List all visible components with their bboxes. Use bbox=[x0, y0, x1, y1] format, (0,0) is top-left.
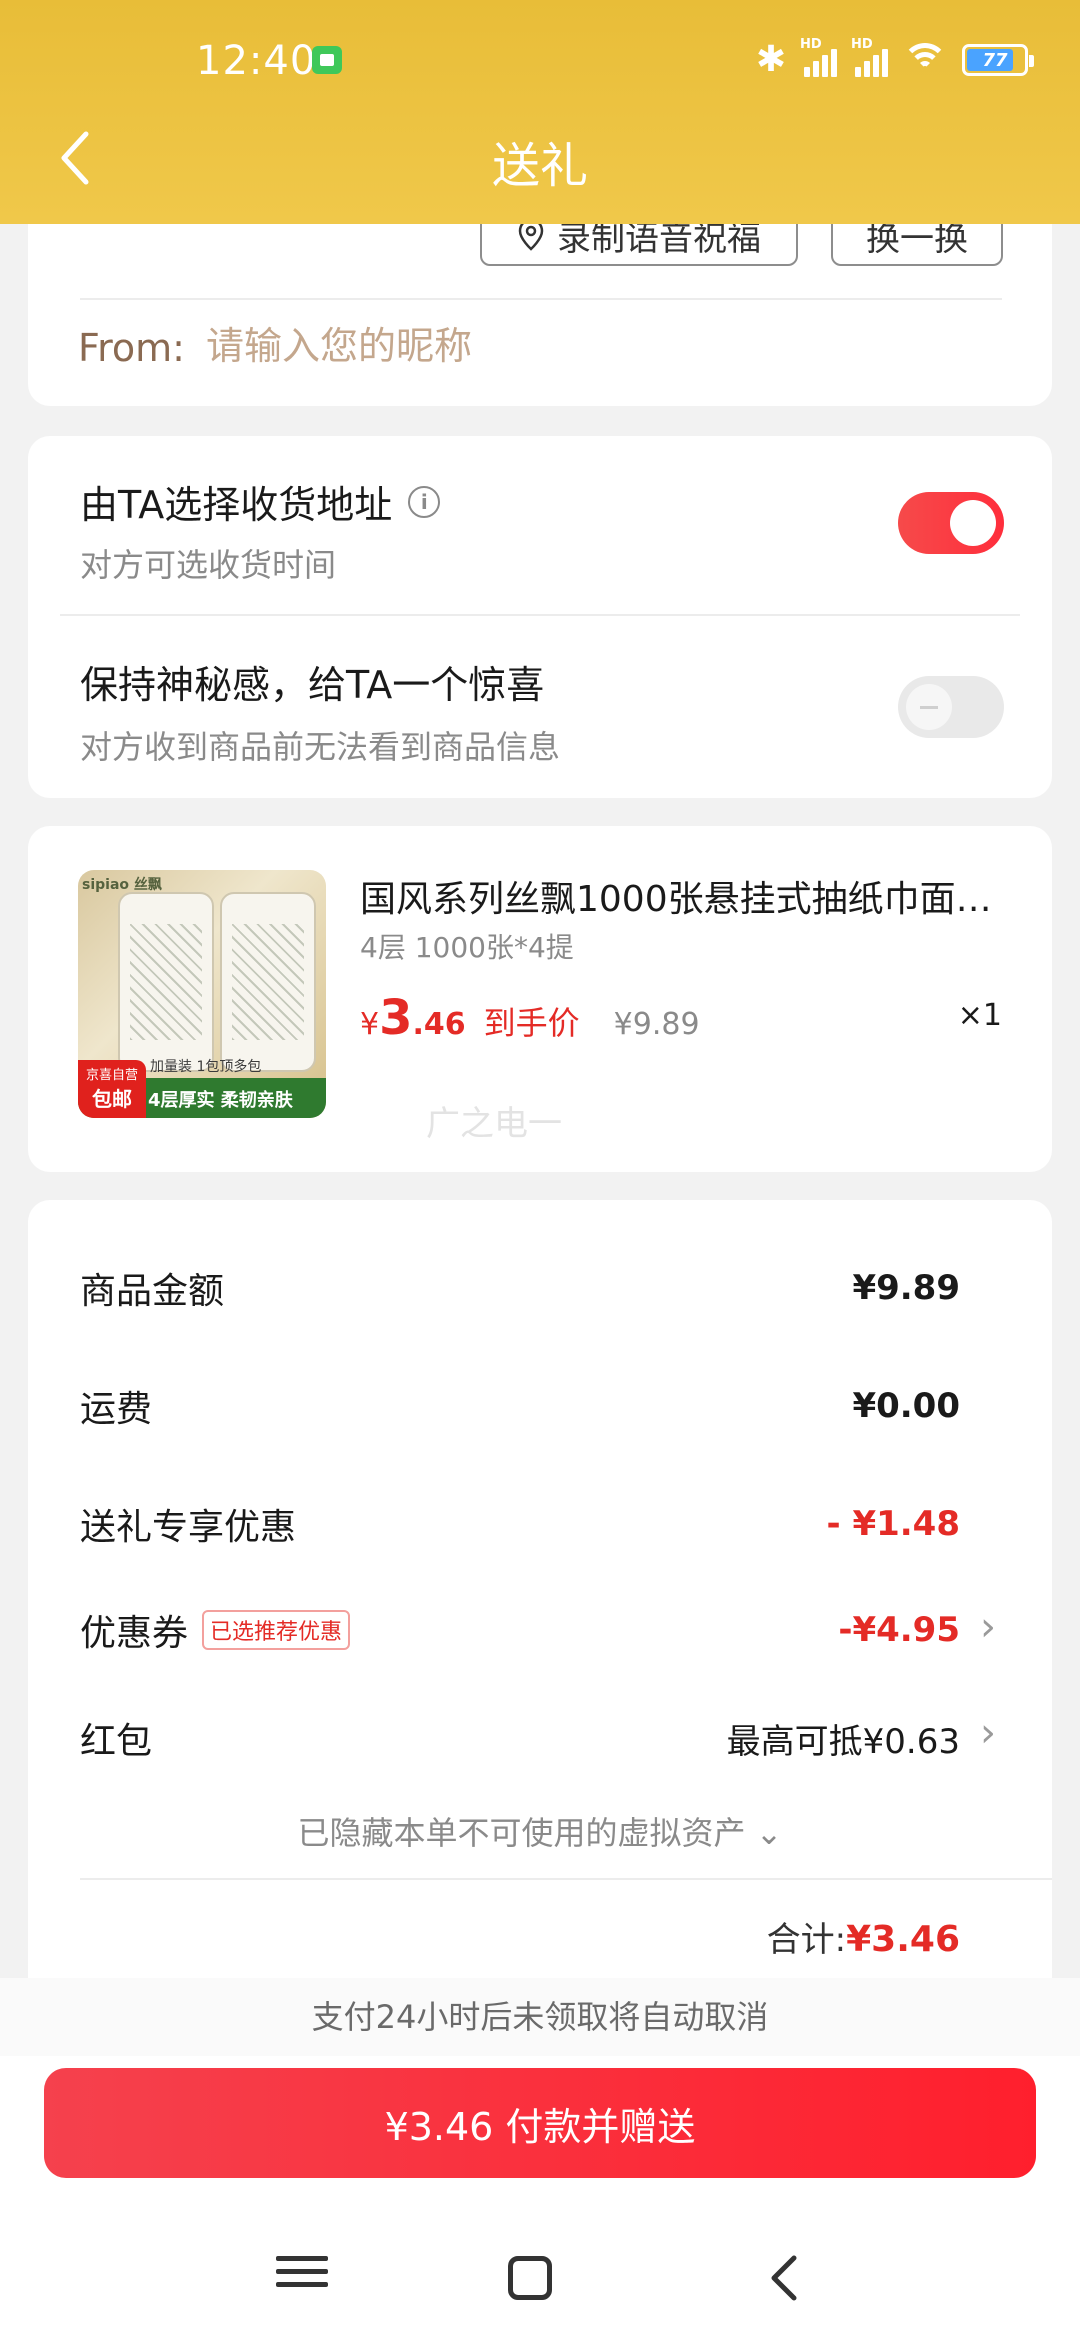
coupon-badge: 已选推荐优惠 bbox=[202, 1610, 351, 1650]
shipping-value: ¥0.00 bbox=[852, 1386, 960, 1426]
original-price: ¥9.89 bbox=[613, 1007, 700, 1042]
coupon-chevron-right-icon[interactable]: › bbox=[980, 1604, 996, 1650]
goods-amount-label: 商品金额 bbox=[80, 1271, 225, 1312]
hd-label: HD bbox=[800, 37, 822, 52]
divider bbox=[60, 614, 1020, 616]
recent-apps-icon[interactable] bbox=[272, 2248, 332, 2308]
nav-back-icon[interactable] bbox=[756, 2248, 816, 2308]
order-summary-card: 商品金额 ¥9.89 运费 ¥0.00 送礼专享优惠 - ¥1.48 优惠券 已… bbox=[28, 1200, 1052, 2020]
redpacket-row[interactable]: 红包 最高可抵¥0.63 bbox=[80, 1712, 960, 1764]
auto-cancel-notice: 支付24小时后未领取将自动取消 bbox=[0, 1978, 1080, 2056]
coupon-label: 优惠券 bbox=[80, 1613, 189, 1654]
total-label: 合计: bbox=[766, 1920, 847, 1960]
product-quantity: ×1 bbox=[957, 998, 1002, 1033]
bluetooth-icon: ✱ bbox=[755, 39, 786, 80]
self-operated-tag: 京喜自营 包邮 bbox=[78, 1060, 146, 1118]
product-promo-text: 加量装 1包顶多包 bbox=[150, 1059, 262, 1075]
price-currency: ¥ bbox=[360, 1007, 380, 1042]
home-icon[interactable] bbox=[508, 2256, 552, 2300]
status-icons: ✱ HD HD 77 bbox=[755, 37, 1034, 80]
pay-and-gift-button[interactable]: ¥3.46 付款并赠送 bbox=[44, 2068, 1036, 2178]
app-notification-icon bbox=[312, 46, 342, 74]
product-card[interactable]: sipiao 丝飘 加量装 1包顶多包 4层厚实 柔韧亲肤 京喜自营 包邮 国风… bbox=[28, 826, 1052, 1172]
battery-icon: 77 bbox=[962, 44, 1034, 76]
product-spec: 4层 1000张*4提 bbox=[360, 931, 574, 964]
status-time: 12:40 bbox=[196, 38, 317, 84]
watermark-text: 广之电一 bbox=[426, 1104, 562, 1144]
recipient-address-title: 由TA选择收货地址 i bbox=[80, 474, 441, 529]
signal-icon-1: HD bbox=[800, 37, 837, 77]
mystery-title: 保持神秘感，给TA一个惊喜 bbox=[80, 663, 545, 707]
toggle-knob bbox=[950, 500, 996, 546]
options-card: 由TA选择收货地址 i 对方可选收货时间 保持神秘感，给TA一个惊喜 对方收到商… bbox=[28, 436, 1052, 798]
redpacket-value: 最高可抵¥0.63 bbox=[726, 1721, 960, 1762]
product-brand-mark: sipiao 丝飘 bbox=[82, 877, 162, 893]
mystery-subtitle: 对方收到商品前无法看到商品信息 bbox=[80, 728, 561, 766]
divider bbox=[80, 298, 1002, 300]
product-name[interactable]: 国风系列丝飘1000张悬挂式抽纸巾面… bbox=[360, 870, 1020, 922]
nickname-input[interactable] bbox=[206, 324, 806, 368]
from-label: From: bbox=[78, 326, 185, 370]
shipping-label: 运费 bbox=[80, 1389, 153, 1430]
hidden-assets-toggle[interactable]: 已隐藏本单不可使用的虚拟资产 ⌄ bbox=[28, 1808, 1052, 1854]
price-label: 到手价 bbox=[483, 1004, 580, 1042]
coupon-row[interactable]: 优惠券 已选推荐优惠 -¥4.95 bbox=[80, 1604, 960, 1656]
product-image[interactable]: sipiao 丝飘 加量装 1包顶多包 4层厚实 柔韧亲肤 京喜自营 包邮 bbox=[78, 870, 326, 1118]
recipient-address-label: 由TA选择收货地址 bbox=[80, 483, 393, 527]
tissue-pack bbox=[118, 892, 214, 1072]
order-total: 合计: ¥3.46 bbox=[767, 1912, 960, 1961]
coupon-value: -¥4.95 bbox=[838, 1610, 960, 1650]
bottom-bar: 支付24小时后未领取将自动取消 ¥3.46 付款并赠送 bbox=[0, 1978, 1080, 2340]
mystery-toggle[interactable] bbox=[898, 676, 1004, 738]
coupon-label-group: 优惠券 已选推荐优惠 bbox=[80, 1604, 351, 1656]
status-bar: 12:40 ✱ HD HD 77 bbox=[0, 0, 1080, 120]
info-icon[interactable]: i bbox=[408, 485, 441, 518]
tag-top-text: 京喜自营 bbox=[85, 1068, 138, 1083]
price-integer: 3 bbox=[379, 990, 413, 1046]
shipping-row: 运费 ¥0.00 bbox=[80, 1380, 960, 1432]
gift-discount-value: - ¥1.48 bbox=[826, 1504, 961, 1544]
gift-discount-row: 送礼专享优惠 - ¥1.48 bbox=[80, 1498, 960, 1550]
wifi-icon bbox=[902, 43, 948, 77]
recipient-address-toggle[interactable] bbox=[898, 492, 1004, 554]
hd-label: HD bbox=[851, 37, 873, 52]
toggle-knob bbox=[906, 684, 952, 730]
goods-amount-value: ¥9.89 bbox=[852, 1268, 960, 1308]
divider bbox=[80, 1878, 1052, 1880]
battery-level: 77 bbox=[982, 49, 1008, 71]
tissue-pack bbox=[220, 892, 316, 1072]
page-title: 送礼 bbox=[491, 138, 588, 194]
signal-icon-2: HD bbox=[851, 37, 888, 77]
goods-amount-row: 商品金额 ¥9.89 bbox=[80, 1262, 960, 1314]
tag-bottom-text: 包邮 bbox=[92, 1087, 132, 1111]
product-strip-text: 4层厚实 柔韧亲肤 bbox=[148, 1090, 293, 1111]
total-value: ¥3.46 bbox=[846, 1919, 960, 1960]
redpacket-chevron-right-icon[interactable]: › bbox=[980, 1710, 996, 1756]
product-price: ¥ 3 .46 到手价 ¥9.89 bbox=[360, 990, 700, 1046]
gift-discount-label: 送礼专享优惠 bbox=[80, 1507, 297, 1548]
redpacket-label: 红包 bbox=[80, 1721, 153, 1762]
recipient-address-subtitle: 对方可选收货时间 bbox=[80, 546, 337, 584]
system-nav-bar bbox=[0, 2238, 1080, 2338]
price-decimal: .46 bbox=[412, 1007, 466, 1042]
app-header: 12:40 ✱ HD HD 77 送礼 bbox=[0, 0, 1080, 224]
